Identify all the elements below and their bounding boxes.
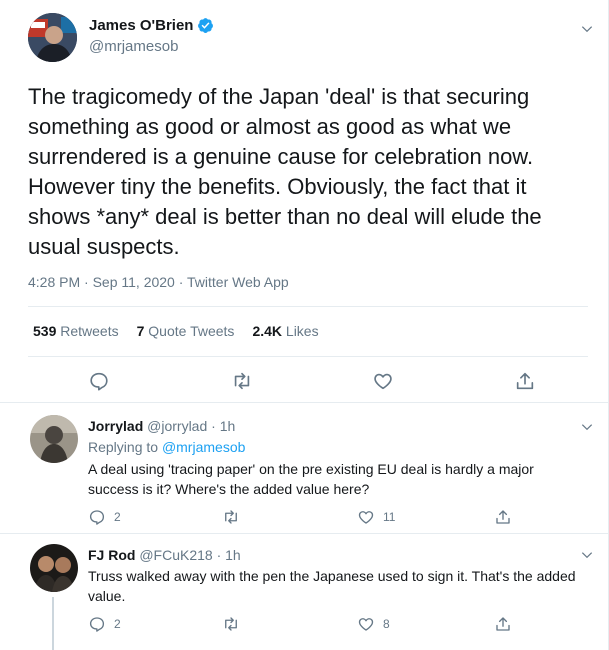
reply-icon[interactable]: [88, 370, 110, 392]
tweet-text: The tragicomedy of the Japan 'deal' is t…: [28, 84, 542, 259]
chevron-down-icon[interactable]: [580, 420, 594, 434]
like-icon: [358, 511, 374, 524]
replying-handle-link[interactable]: @mrjamesob: [162, 439, 245, 455]
avatar[interactable]: [30, 544, 78, 592]
reply-icon: [89, 617, 105, 632]
retweet-action[interactable]: [222, 615, 248, 633]
reply-action[interactable]: 2: [88, 615, 121, 633]
divider: [28, 356, 588, 357]
retweet-icon: [225, 617, 237, 631]
like-icon: [358, 618, 374, 631]
reply-count: 2: [114, 617, 121, 631]
reply-text: Truss walked away with the pen the Japan…: [88, 568, 576, 604]
divider: [28, 306, 588, 307]
reply-icon: [89, 510, 105, 525]
chevron-down-icon[interactable]: [580, 22, 594, 36]
reply-author-name[interactable]: FJ Rod: [88, 547, 135, 563]
retweets-label: Retweets: [60, 323, 119, 339]
avatar[interactable]: [30, 415, 78, 463]
reply-author-name[interactable]: Jorrylad: [88, 418, 143, 434]
tweet-timestamp[interactable]: 4:28 PM · Sep 11, 2020 · Twitter Web App: [28, 274, 289, 290]
reply-handle-time[interactable]: @FCuK218 · 1h: [139, 547, 240, 563]
like-icon[interactable]: [372, 370, 394, 392]
quote-tweets-stat[interactable]: 7 Quote Tweets: [137, 323, 235, 339]
replying-prefix: Replying to: [88, 439, 159, 455]
share-action[interactable]: [494, 615, 520, 633]
quotes-count: 7: [136, 323, 145, 339]
like-count: 8: [383, 617, 390, 631]
reply-count: 2: [114, 510, 121, 524]
reply-handle-time[interactable]: @jorrylad · 1h: [147, 418, 235, 434]
share-action[interactable]: [494, 508, 520, 526]
retweets-stat[interactable]: 539 Retweets: [33, 323, 119, 339]
replying-to: Replying to @mrjamesob: [88, 439, 245, 455]
tweet-thread: James O'Brien @mrjamesob The tragicomedy…: [0, 0, 609, 650]
retweet-icon[interactable]: [231, 370, 253, 392]
reply-action[interactable]: 2: [88, 508, 121, 526]
thread-line: [52, 597, 54, 650]
quotes-label: Quote Tweets: [148, 323, 235, 339]
chevron-down-icon[interactable]: [580, 548, 594, 562]
likes-stat[interactable]: 2.4K Likes: [252, 323, 318, 339]
retweet-icon: [225, 510, 237, 524]
retweet-action[interactable]: [222, 508, 248, 526]
reply-text: A deal using 'tracing paper' on the pre …: [88, 461, 534, 497]
like-action[interactable]: 11: [357, 508, 395, 526]
reply-tweet[interactable]: FJ Rod @FCuK218 · 1h Truss walked away w…: [0, 535, 608, 650]
retweets-count: 539: [33, 323, 57, 339]
share-icon: [496, 510, 510, 524]
reply-header: FJ Rod @FCuK218 · 1h: [88, 547, 241, 563]
reply-header: Jorrylad @jorrylad · 1h: [88, 418, 235, 434]
likes-label: Likes: [285, 323, 319, 339]
share-icon: [496, 617, 510, 631]
share-icon[interactable]: [514, 370, 536, 392]
author-name-text[interactable]: James O'Brien: [89, 17, 193, 34]
reply-tweet[interactable]: Jorrylad @jorrylad · 1h Replying to @mrj…: [0, 404, 608, 534]
author-name[interactable]: James O'Brien: [89, 17, 214, 34]
verified-icon: [198, 18, 214, 33]
author-handle[interactable]: @mrjamesob: [89, 38, 178, 55]
like-action[interactable]: 8: [357, 615, 390, 633]
likes-count: 2.4K: [252, 323, 283, 339]
like-count: 11: [383, 510, 396, 524]
avatar[interactable]: [28, 13, 77, 62]
engagement-stats: 539 Retweets 7 Quote Tweets 2.4K Likes: [33, 323, 337, 339]
main-tweet: James O'Brien @mrjamesob The tragicomedy…: [0, 0, 608, 403]
